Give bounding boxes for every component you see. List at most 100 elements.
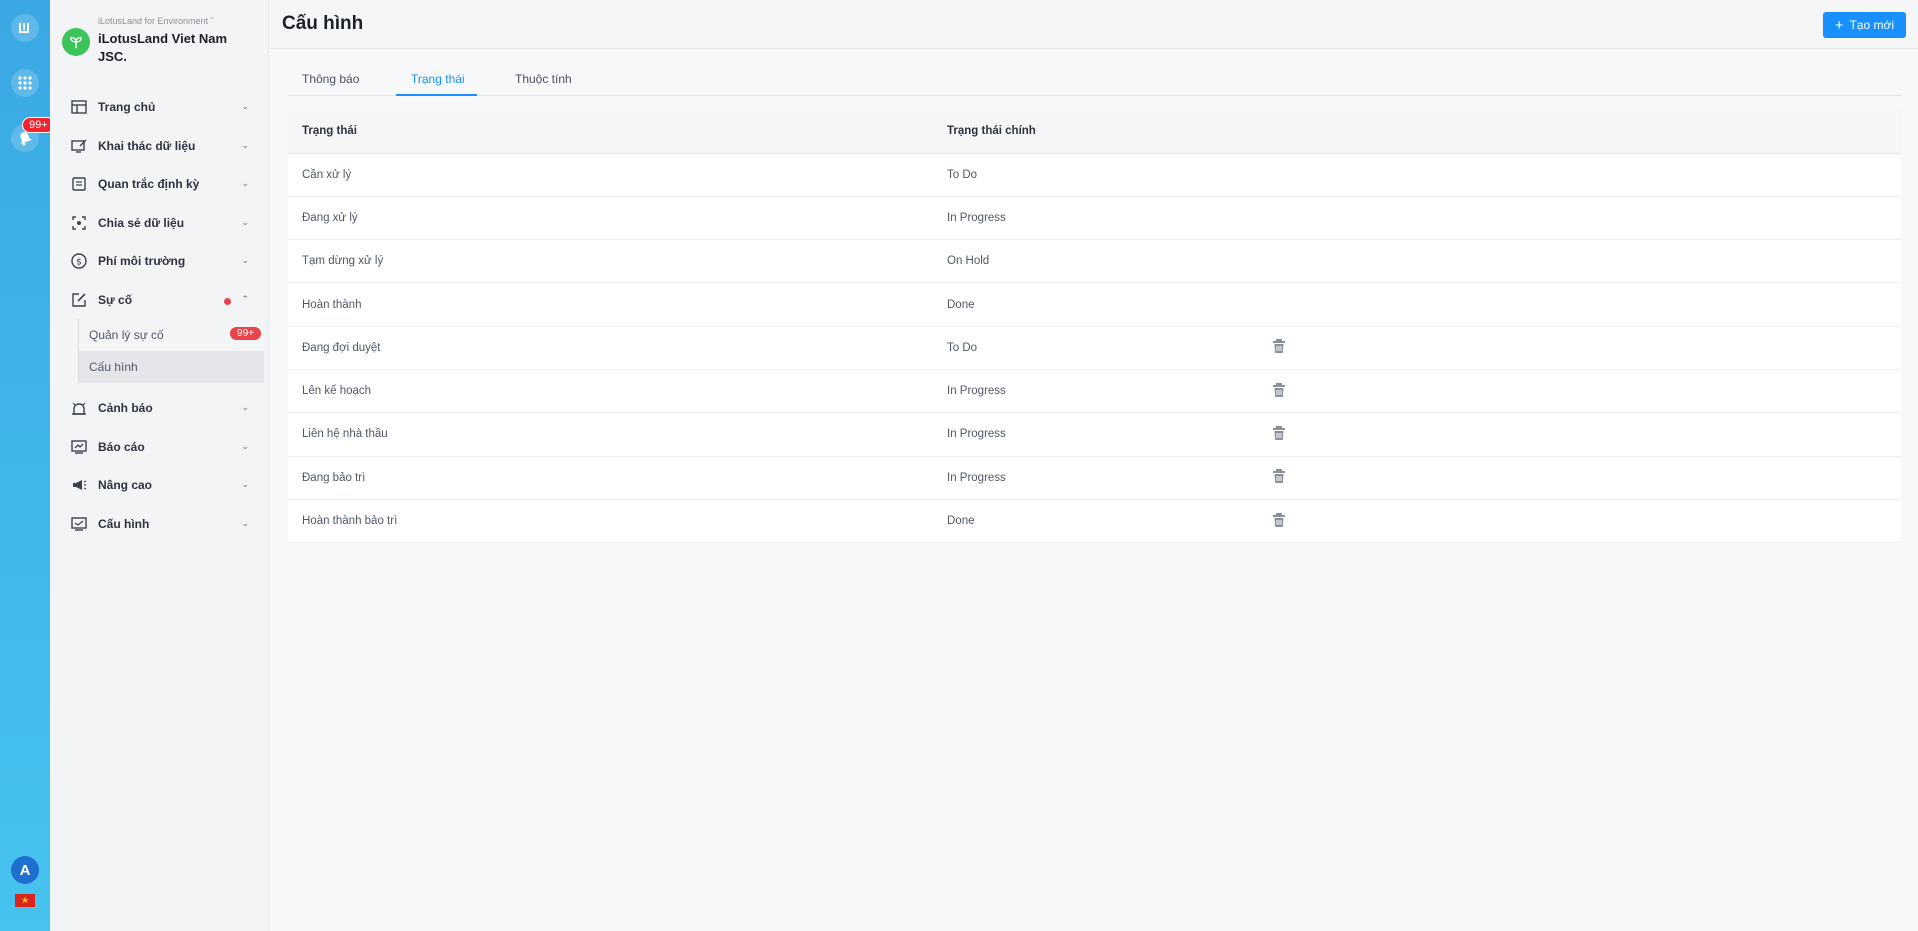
- trash-icon[interactable]: [1272, 338, 1286, 354]
- monitor-edit-icon: [70, 137, 88, 155]
- main-content: Cấu hình + Tạo mới Thông báo Trạng thái …: [270, 0, 1918, 931]
- tab-attributes[interactable]: Thuộc tính: [515, 72, 572, 86]
- sidebar-item-label: Sự cố: [98, 292, 133, 307]
- main-status-cell: Done: [933, 282, 1258, 327]
- active-tab-indicator: [396, 94, 477, 96]
- sidebar-item-alerts[interactable]: Cảnh báo ⌄: [50, 389, 269, 428]
- tab-notifications[interactable]: Thông báo: [302, 72, 359, 86]
- chevron-down-icon: ⌄: [241, 517, 249, 528]
- status-cell: Tạm dừng xử lý: [288, 239, 933, 284]
- chevron-up-icon: ⌃: [241, 293, 249, 304]
- trash-icon[interactable]: [1272, 468, 1286, 484]
- status-cell: Cần xử lý: [288, 153, 933, 197]
- tab-status[interactable]: Trạng thái: [411, 72, 465, 86]
- table-row: Lên kế hoạch In Progress: [288, 369, 1901, 414]
- column-header-actions: [1258, 110, 1901, 154]
- table-row: Đang bảo trì In Progress: [288, 456, 1901, 500]
- report-icon: [70, 438, 88, 456]
- subitem-incident-management[interactable]: Quản lý sự cố 99+: [78, 319, 264, 351]
- table-header-row: Trạng thái Trạng thái chính: [288, 110, 1901, 154]
- plus-icon: +: [1834, 16, 1844, 34]
- vn-flag-icon[interactable]: ★: [15, 894, 35, 907]
- apps-logo-icon[interactable]: [11, 14, 39, 42]
- table-row: Liên hệ nhà thầu In Progress: [288, 412, 1901, 457]
- table-row: Tạm dừng xử lý On Hold: [288, 239, 1901, 284]
- table-row: Cần xử lý To Do: [288, 153, 1901, 197]
- layout-icon: [70, 98, 88, 116]
- column-header-main-status: Trạng thái chính: [933, 110, 1258, 154]
- sidebar-item-label: Quan trắc định kỳ: [98, 177, 200, 192]
- sidebar-item-home[interactable]: Trang chủ ⌄: [50, 88, 269, 127]
- sidebar: iLotusLand for Environment ˜ iLotusLand …: [50, 0, 269, 931]
- main-status-cell: To Do: [933, 326, 1258, 370]
- dollar-icon: $: [70, 252, 88, 270]
- subitem-label: Cấu hình: [89, 360, 138, 374]
- subitem-incident-config[interactable]: Cấu hình: [78, 351, 264, 383]
- status-cell: Hoàn thành bảo trì: [288, 499, 933, 544]
- trash-icon[interactable]: [1272, 382, 1286, 398]
- table-row: Hoàn thành bảo trì Done: [288, 499, 1901, 544]
- megaphone-icon: [70, 476, 88, 494]
- actions-cell: [1258, 412, 1901, 457]
- status-cell: Đang bảo trì: [288, 456, 933, 500]
- table-row: Đang đợi duyệt To Do: [288, 326, 1901, 370]
- sidebar-item-label: Trang chủ: [98, 100, 156, 115]
- table-row: Hoàn thành Done: [288, 282, 1901, 327]
- actions-cell: [1258, 456, 1901, 500]
- main-status-cell: In Progress: [933, 456, 1258, 500]
- main-status-cell: On Hold: [933, 239, 1258, 284]
- status-cell: Đang đợi duyệt: [288, 326, 933, 370]
- chevron-down-icon: ⌄: [241, 479, 249, 489]
- main-status-cell: In Progress: [933, 412, 1258, 457]
- sidebar-item-data-sharing[interactable]: Chia sẻ dữ liệu ⌄: [50, 204, 269, 243]
- incident-indicator-dot: [224, 297, 231, 305]
- page-header: Cấu hình + Tạo mới: [270, 0, 1918, 49]
- org-header: iLotusLand for Environment ˜ iLotusLand …: [62, 14, 262, 70]
- org-subtitle: iLotusLand for Environment ˜: [98, 16, 214, 26]
- incident-count-badge: 99+: [230, 327, 261, 340]
- status-table: Trạng thái Trạng thái chính Cần xử lý To …: [288, 110, 1901, 544]
- actions-cell: [1258, 282, 1901, 327]
- grid-icon[interactable]: [11, 69, 39, 97]
- actions-cell: [1258, 239, 1901, 284]
- avatar[interactable]: A: [11, 856, 39, 884]
- alarm-icon: [70, 399, 88, 417]
- main-status-cell: In Progress: [933, 196, 1258, 241]
- trash-icon[interactable]: [1272, 425, 1286, 441]
- chevron-down-icon: ⌄: [241, 216, 249, 227]
- sidebar-item-label: Báo cáo: [98, 439, 145, 454]
- document-icon: [70, 175, 88, 193]
- sidebar-nav: Trang chủ ⌄ Khai thác dữ liệu ⌄ Quan trắ…: [50, 88, 269, 543]
- sidebar-item-periodic-monitoring[interactable]: Quan trắc định kỳ ⌄: [50, 165, 269, 204]
- main-status-cell: To Do: [933, 153, 1258, 197]
- sidebar-item-incident[interactable]: Sự cố ⌃: [50, 281, 269, 320]
- sidebar-item-reports[interactable]: Báo cáo ⌄: [50, 428, 269, 467]
- edit-icon: [70, 291, 88, 309]
- column-header-status: Trạng thái: [288, 110, 933, 154]
- trash-icon[interactable]: [1272, 512, 1286, 528]
- org-name: iLotusLand Viet Nam JSC.: [98, 31, 228, 64]
- subitem-label: Quản lý sự cố: [89, 328, 164, 342]
- svg-text:$: $: [76, 258, 82, 268]
- status-cell: Lên kế hoạch: [288, 369, 933, 414]
- sidebar-item-config[interactable]: Cấu hình ⌄: [50, 505, 269, 544]
- sidebar-item-label: Cảnh báo: [98, 401, 153, 416]
- app-rail: 99+ A ★: [0, 0, 55, 931]
- sidebar-item-data-mining[interactable]: Khai thác dữ liệu ⌄: [50, 127, 269, 166]
- sprout-logo-icon: [62, 28, 90, 56]
- chevron-down-icon: ⌄: [241, 402, 249, 412]
- sidebar-item-label: Nâng cao: [98, 478, 153, 493]
- actions-cell: [1258, 153, 1901, 197]
- main-status-cell: Done: [933, 499, 1258, 544]
- status-cell: Liên hệ nhà thầu: [288, 412, 933, 457]
- actions-cell: [1258, 499, 1901, 544]
- actions-cell: [1258, 196, 1901, 241]
- create-new-button[interactable]: + Tạo mới: [1822, 12, 1906, 38]
- actions-cell: [1258, 369, 1901, 414]
- sidebar-item-advanced[interactable]: Nâng cao ⌄: [50, 466, 269, 505]
- chevron-down-icon: ⌄: [241, 139, 249, 150]
- chevron-down-icon: ⌄: [241, 440, 249, 451]
- table-row: Đang xử lý In Progress: [288, 196, 1901, 241]
- sidebar-item-environment-fee[interactable]: $ Phí môi trường ⌄: [50, 242, 269, 281]
- create-new-label: Tạo mới: [1849, 18, 1894, 32]
